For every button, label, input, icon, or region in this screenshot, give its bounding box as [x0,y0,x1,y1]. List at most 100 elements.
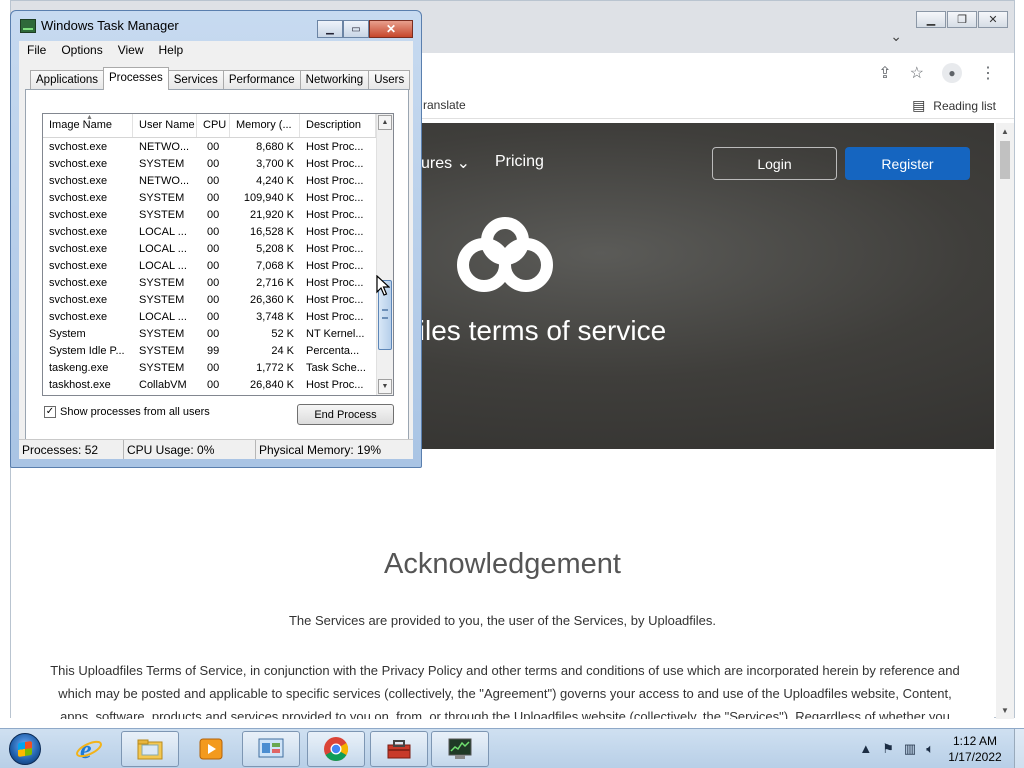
tab-networking[interactable]: Networking [299,70,370,90]
page-scrollbar-thumb[interactable] [1000,141,1010,179]
nav-features-link[interactable]: ures ⌄ [421,153,470,173]
status-cpu-usage: CPU Usage: 0% [124,440,256,459]
start-button[interactable] [4,731,46,767]
process-user-name: SYSTEM [139,277,185,289]
explorer-folder-icon [137,739,163,760]
table-row[interactable]: svchost.exe SYSTEM 00 3,700 K Host Proc... [43,156,376,173]
process-memory: 109,940 K [243,192,294,204]
table-row[interactable]: taskeng.exe SYSTEM 00 1,772 K Task Sche... [43,360,376,377]
table-row[interactable]: taskhost.exe CollabVM 00 26,840 K Host Proc.… [43,377,376,394]
checkbox-checked-icon[interactable]: ✓ [44,406,56,418]
column-image-name[interactable]: ▲ Image Name [43,114,133,137]
table-row[interactable]: svchost.exe SYSTEM 00 21,920 K Host Proc... [43,207,376,224]
taskbar-toolbox[interactable] [370,731,428,767]
taskbar-internet-explorer[interactable]: e [60,731,118,767]
table-row[interactable]: svchost.exe NETWO... 00 8,680 K Host Proc... [43,139,376,156]
column-description[interactable]: Description [300,114,376,137]
process-description: Host Proc... [306,175,364,187]
tab-services[interactable]: Services [167,70,224,90]
browser-minimize-button[interactable]: ▁ [916,11,946,28]
task-manager-icon [448,738,472,759]
process-user-name: SYSTEM [139,209,185,221]
process-image-name: taskhost.exe [49,379,111,391]
minimize-button[interactable]: ▁ [317,20,343,38]
page-scrollbar[interactable]: ▲ ▼ [996,123,1014,719]
taskbar-task-manager[interactable] [431,731,489,767]
bookmark-translate[interactable]: ranslate [423,98,466,112]
tab-users[interactable]: Users [368,70,411,90]
process-cpu: 00 [207,260,220,272]
table-row[interactable]: svchost.exe NETWO... 00 4,240 K Host Proc... [43,173,376,190]
task-manager-body: Applications Processes Services Performa… [19,61,413,459]
browser-close-button[interactable]: ✕ [978,11,1008,28]
process-cpu: 00 [207,141,220,153]
table-row[interactable]: svchost.exe LOCAL ... 00 7,068 K Host Proc..… [43,258,376,275]
column-memory[interactable]: Memory (... [230,114,300,137]
share-icon[interactable]: ⇪ [878,63,891,83]
process-cpu: 00 [207,243,220,255]
table-row[interactable]: svchost.exe LOCAL ... 00 5,208 K Host Proc..… [43,241,376,258]
menu-file[interactable]: File [19,41,53,61]
task-manager-titlebar[interactable]: Windows Task Manager ▁ ▭ ✕ [11,11,421,39]
clock-date: 1/17/2022 [948,750,1002,764]
scroll-up-arrow-icon[interactable]: ▲ [378,115,392,130]
column-cpu[interactable]: CPU [197,114,230,137]
menu-help[interactable]: Help [151,41,191,61]
process-user-name: SYSTEM [139,192,185,204]
process-description: Host Proc... [306,243,364,255]
hero-title: files terms of service [411,315,667,346]
reading-list-button[interactable]: ▤ Reading list [912,97,996,114]
browser-maximize-button[interactable]: ❐ [947,11,977,28]
profile-avatar-icon[interactable]: ● [942,63,962,83]
end-process-button[interactable]: End Process [297,404,394,425]
bookmark-star-icon[interactable]: ☆ [910,63,924,83]
menu-view[interactable]: View [110,41,151,61]
process-list-scrollbar[interactable]: ▲ ▼ [376,114,393,395]
acknowledgement-heading: Acknowledgement [384,548,621,580]
process-memory: 7,068 K [256,260,294,272]
taskbar-control-panel[interactable] [242,731,300,767]
table-row[interactable]: svchost.exe LOCAL ... 00 3,748 K Host Proc..… [43,309,376,326]
tab-applications[interactable]: Applications [30,70,105,90]
status-bar: Processes: 52 CPU Usage: 0% Physical Mem… [19,439,413,459]
process-user-name: CollabVM [139,379,187,391]
menu-options[interactable]: Options [53,41,109,61]
taskbar-clock[interactable]: 1:12 AM 1/17/2022 [940,733,1010,765]
process-user-name: LOCAL ... [139,260,187,272]
table-row[interactable]: svchost.exe SYSTEM 00 2,716 K Host Proc... [43,275,376,292]
login-button[interactable]: Login [712,147,837,180]
scroll-down-arrow-icon[interactable]: ▼ [1001,706,1009,715]
scroll-up-arrow-icon[interactable]: ▲ [1001,127,1009,136]
table-row[interactable]: svchost.exe SYSTEM 00 26,360 K Host Proc... [43,292,376,309]
maximize-button[interactable]: ▭ [343,20,369,38]
tab-processes[interactable]: Processes [103,67,169,90]
tab-search-chevron-icon[interactable]: ⌄ [890,28,902,45]
process-memory: 16,528 K [249,226,294,238]
nav-pricing-link[interactable]: Pricing [495,153,544,171]
network-icon[interactable]: ▥ [904,741,916,757]
scroll-down-arrow-icon[interactable]: ▼ [378,379,392,394]
show-all-users-checkbox[interactable]: ✓ Show processes from all users [44,406,210,418]
tab-performance[interactable]: Performance [222,70,301,90]
table-row[interactable]: svchost.exe SYSTEM 00 109,940 K Host Proc... [43,190,376,207]
table-row[interactable]: System Idle P... SYSTEM 99 24 K Percenta... [43,343,376,360]
tab-strip: Applications Processes Services Performa… [30,67,411,90]
close-button[interactable]: ✕ [369,20,413,38]
process-memory: 21,920 K [249,209,294,221]
show-desktop-button[interactable] [1014,729,1024,768]
register-button[interactable]: Register [845,147,970,180]
show-hidden-icons-icon[interactable]: ▲ [859,741,872,757]
taskbar-media-player[interactable] [182,731,240,767]
browser-menu-icon[interactable]: ⋮ [980,63,996,83]
process-list[interactable]: ▲ Image Name User Name CPU Memory (... D… [42,113,394,396]
action-center-flag-icon[interactable]: ⚑ [882,741,894,757]
taskbar-explorer[interactable] [121,731,179,767]
table-row[interactable]: System SYSTEM 00 52 K NT Kernel... [43,326,376,343]
table-row[interactable]: svchost.exe LOCAL ... 00 16,528 K Host Proc.… [43,224,376,241]
volume-icon[interactable]: 🔈︎ [926,741,934,757]
column-user-name[interactable]: User Name [133,114,197,137]
taskbar-chrome[interactable] [307,731,365,767]
process-image-name: svchost.exe [49,294,108,306]
process-description: Host Proc... [306,192,364,204]
process-image-name: svchost.exe [49,209,108,221]
